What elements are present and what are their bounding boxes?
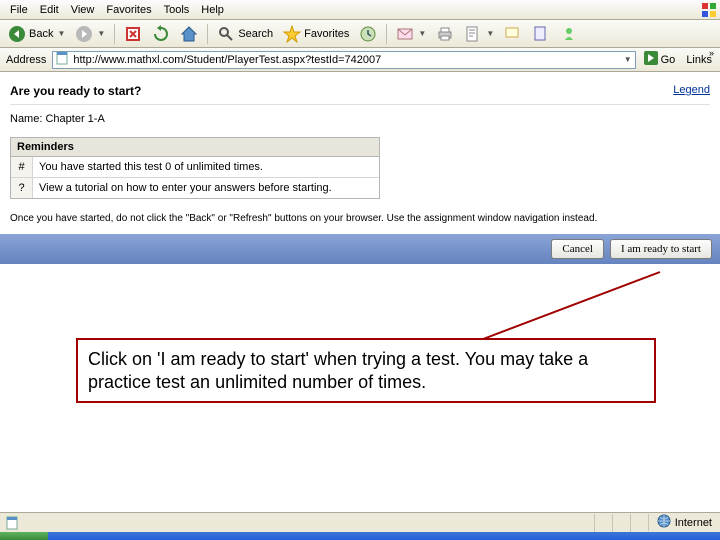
page-title: Are you ready to start? [10,84,141,98]
search-label: Search [238,28,273,40]
status-done [0,516,26,530]
address-dropdown-icon[interactable]: ▼ [624,55,632,64]
star-icon [283,25,301,43]
status-cell [612,514,630,532]
discuss-icon [504,25,522,43]
legend-link[interactable]: Legend [673,84,710,96]
callout-arrow [460,268,680,348]
go-label: Go [661,54,676,66]
menu-view[interactable]: View [65,2,101,18]
zone-label: Internet [675,517,712,529]
taskbar [0,532,720,540]
count-icon: # [11,157,33,177]
page-content: Are you ready to start? Legend Name: Cha… [0,72,720,272]
back-label: Back [29,28,53,40]
cancel-button[interactable]: Cancel [551,239,604,259]
forward-button[interactable]: ▼ [71,23,109,45]
status-bar: Internet [0,512,720,532]
name-label: Name: [10,113,42,125]
history-button[interactable] [355,23,381,45]
menu-help[interactable]: Help [195,2,230,18]
history-icon [359,25,377,43]
home-button[interactable] [176,23,202,45]
links-label[interactable]: Links» [682,54,716,66]
name-value: Chapter 1-A [45,113,104,125]
research-button[interactable] [528,23,554,45]
address-input[interactable] [73,54,619,66]
page-icon [56,51,70,68]
mail-button[interactable]: ▼ [392,23,430,45]
menu-favorites[interactable]: Favorites [100,2,157,18]
toolbar: Back▼ ▼ Search Favorites ▼ ▼ [0,20,720,48]
edit-icon [464,25,482,43]
stop-icon [124,25,142,43]
print-button[interactable] [432,23,458,45]
start-button[interactable] [0,532,48,540]
reminder-text: You have started this test 0 of unlimite… [33,157,379,177]
warning-note: Once you have started, do not click the … [10,207,710,234]
reminders-box: Reminders # You have started this test 0… [10,137,380,199]
discuss-button[interactable] [500,23,526,45]
back-button[interactable]: Back▼ [4,23,69,45]
go-icon [643,50,659,69]
address-label: Address [4,54,48,66]
go-button[interactable]: Go [640,50,679,69]
reminder-text[interactable]: View a tutorial on how to enter your ans… [33,178,379,198]
print-icon [436,25,454,43]
messenger-icon [560,25,578,43]
refresh-button[interactable] [148,23,174,45]
refresh-icon [152,25,170,43]
reminder-row: # You have started this test 0 of unlimi… [11,157,379,178]
home-icon [180,25,198,43]
globe-icon [657,514,671,531]
help-icon: ? [11,178,33,198]
windows-logo-icon [701,2,717,18]
reminders-header: Reminders [11,138,379,157]
messenger-button[interactable] [556,23,582,45]
status-cell [630,514,648,532]
ready-button[interactable]: I am ready to start [610,239,712,259]
address-bar: Address ▼ Go Links» [0,48,720,72]
button-band: Cancel I am ready to start [0,234,720,264]
security-zone[interactable]: Internet [648,514,720,531]
forward-icon [75,25,93,43]
stop-button[interactable] [120,23,146,45]
research-icon [532,25,550,43]
menu-tools[interactable]: Tools [158,2,196,18]
edit-button[interactable]: ▼ [460,23,498,45]
mail-icon [396,25,414,43]
menu-bar: File Edit View Favorites Tools Help [0,0,720,20]
instruction-callout: Click on 'I am ready to start' when tryi… [76,338,656,403]
status-cell [594,514,612,532]
address-box[interactable]: ▼ [52,51,635,69]
back-icon [8,25,26,43]
favorites-button[interactable]: Favorites [279,23,353,45]
reminder-row: ? View a tutorial on how to enter your a… [11,178,379,198]
search-button[interactable]: Search [213,23,277,45]
menu-edit[interactable]: Edit [34,2,65,18]
menu-file[interactable]: File [4,2,34,18]
search-icon [217,25,235,43]
name-line: Name: Chapter 1-A [10,105,710,137]
favorites-label: Favorites [304,28,349,40]
